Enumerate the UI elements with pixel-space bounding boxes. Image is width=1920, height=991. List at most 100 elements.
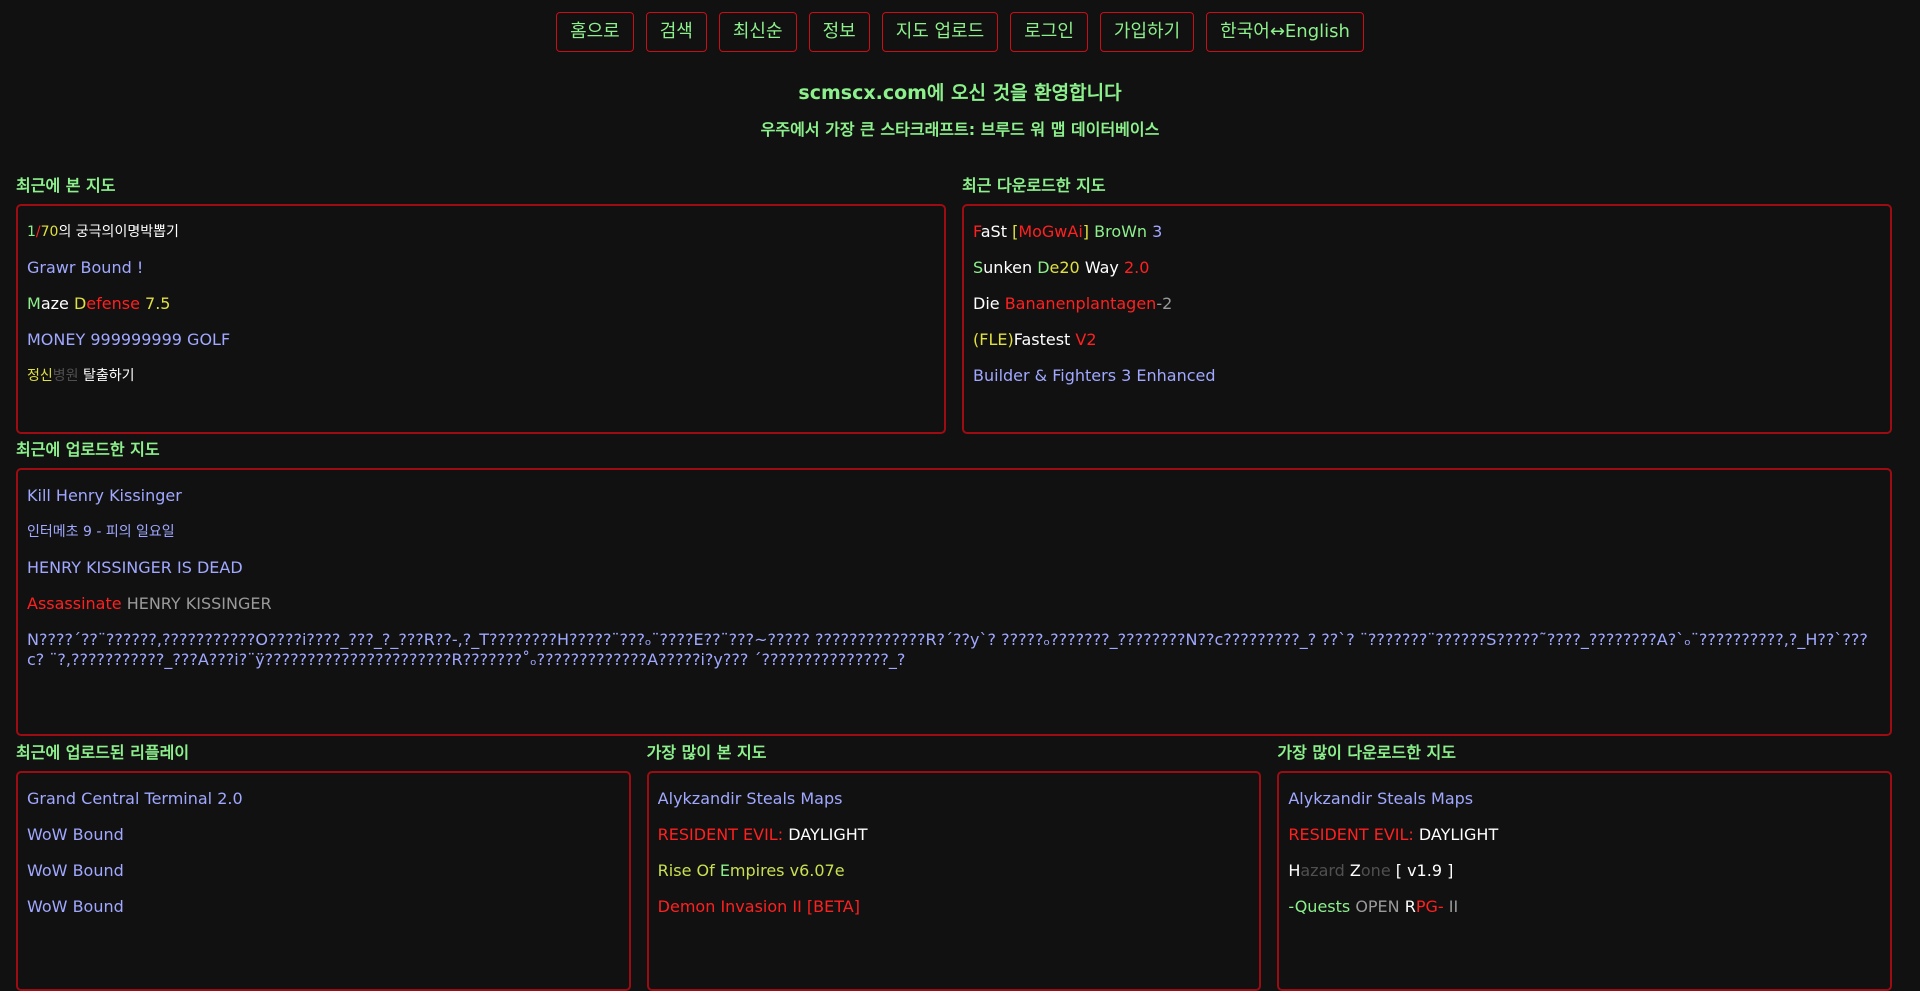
map-link-text: S xyxy=(973,258,984,277)
map-link-text: one xyxy=(1360,861,1396,880)
map-link-text: M xyxy=(27,294,41,313)
section-title-recent-downloaded: 최근 다운로드한 지도 xyxy=(962,176,1106,195)
list-recent-viewed: 1/70의 궁극의이명박뽑기 Grawr Bound ! Maze Defense … xyxy=(16,204,946,434)
map-link-text: 2.0 xyxy=(1123,258,1150,277)
map-link-text: E xyxy=(719,861,730,880)
map-link[interactable]: RESIDENT EVIL: DAYLIGHT xyxy=(658,817,1251,853)
map-link-text: [ v1.9 ] xyxy=(1395,861,1454,880)
map-link-text: 탈출하기 xyxy=(82,368,135,384)
map-link[interactable]: Grawr Bound ! xyxy=(27,250,935,286)
section-title-recent-replays: 최근에 업로드된 리플레이 xyxy=(16,743,190,762)
map-link-text: Rise Of xyxy=(657,861,720,880)
section-recent-viewed: 최근에 본 지도 1/70의 궁극의이명박뽑기 Grawr Bound ! Maze… xyxy=(16,176,946,434)
map-link-text: OPEN xyxy=(1355,897,1405,916)
map-link[interactable]: Maze Defense 7.5 xyxy=(27,286,935,322)
map-link-text: Die xyxy=(973,294,1005,313)
map-link-text: Bananenplantagen xyxy=(1004,294,1157,313)
map-link-text: MONEY 999999999 GOLF xyxy=(27,330,231,349)
map-link[interactable]: Hazard Zone [ v1.9 ] xyxy=(1288,853,1881,889)
section-title-most-viewed: 가장 많이 본 지도 xyxy=(646,743,767,762)
map-link[interactable]: FaSt [MoGwAi] BroWn 3 xyxy=(973,214,1881,250)
map-link-text: 병원 xyxy=(52,368,83,384)
map-link-text: V2 xyxy=(1075,330,1097,349)
map-link-text: WoW Bound xyxy=(27,861,124,880)
map-link-text: 7.5 xyxy=(145,294,171,313)
map-link[interactable]: Alykzandir Steals Maps xyxy=(658,781,1251,817)
map-link-text: H xyxy=(1288,861,1301,880)
map-link-text: Demon Invasion II [BETA] xyxy=(657,897,860,916)
map-link-text: -2 xyxy=(1156,294,1173,313)
map-link[interactable]: 1/70의 궁극의이명박뽑기 xyxy=(27,214,935,250)
map-link-text: 인터메초 9 - 피의 일요일 xyxy=(27,524,175,540)
map-link[interactable]: 인터메초 9 - 피의 일요일 xyxy=(27,514,1881,550)
map-link-text: 3 xyxy=(1152,222,1163,241)
list-most-viewed: Alykzandir Steals Maps RESIDENT EVIL: DAY… xyxy=(646,771,1262,991)
map-link[interactable]: Demon Invasion II [BETA] xyxy=(658,889,1251,925)
map-link[interactable]: Die Bananenplantagen-2 xyxy=(973,286,1881,322)
section-most-viewed: 가장 많이 본 지도 Alykzandir Steals Maps RESIDEN… xyxy=(646,743,1262,991)
nav-latest-button[interactable]: 최신순 xyxy=(718,12,797,52)
map-link-text: Alykzandir Steals Maps xyxy=(657,789,843,808)
list-recent-uploaded: Kill Henry Kissinger 인터메초 9 - 피의 일요일 HENRY… xyxy=(16,468,1892,736)
nav-info-button[interactable]: 정보 xyxy=(808,12,870,52)
map-link[interactable]: -Quests OPEN RPG- II xyxy=(1288,889,1881,925)
list-recent-downloaded: FaSt [MoGwAi] BroWn 3 Sunken De20 Way 2.0… xyxy=(962,204,1892,434)
section-most-downloaded: 가장 많이 다운로드한 지도 Alykzandir Steals Maps RES… xyxy=(1277,743,1893,991)
map-link-text: 정신 xyxy=(27,368,53,384)
map-link-text: DAYLIGHT xyxy=(788,825,868,844)
row-popular: 최근에 업로드된 리플레이 Grand Central Terminal 2.0… xyxy=(16,743,1893,991)
nav-search-button[interactable]: 검색 xyxy=(645,12,707,52)
nav-login-button[interactable]: 로그인 xyxy=(1010,12,1088,52)
map-link-text: PG- xyxy=(1415,897,1449,916)
map-link[interactable]: N????´??¨??????,???????????O????i????_??… xyxy=(27,622,1881,670)
map-link[interactable]: Assassinate HENRY KISSINGER xyxy=(27,586,1881,622)
map-link[interactable]: Sunken De20 Way 2.0 xyxy=(973,250,1881,286)
map-link-text: 의 궁극의이명박뽑기 xyxy=(58,224,179,240)
map-link-text: Kill Henry Kissinger xyxy=(27,486,182,505)
map-link[interactable]: WoW Bound xyxy=(27,889,620,925)
map-link-text: RESIDENT EVIL: xyxy=(657,825,789,844)
map-link-text: WoW Bound xyxy=(27,825,124,844)
map-link-text: Builder & Fighters 3 Enhanced xyxy=(973,366,1216,385)
map-link-text: F xyxy=(973,222,981,241)
map-link[interactable]: WoW Bound xyxy=(27,853,620,889)
map-link-text: 1 xyxy=(27,224,36,240)
nav-home-button[interactable]: 홈으로 xyxy=(556,12,634,52)
map-link[interactable]: Kill Henry Kissinger xyxy=(27,478,1881,514)
page-title: scmscx.com에 오신 것을 환영합니다 xyxy=(798,82,1122,104)
map-link-text: WoW Bound xyxy=(27,897,124,916)
map-link-text: Alykzandir Steals Maps xyxy=(1288,789,1474,808)
map-link-text: 70 xyxy=(40,224,59,240)
section-title-recent-uploaded: 최근에 업로드한 지도 xyxy=(16,440,160,459)
nav-language-toggle-button[interactable]: 한국어↔English xyxy=(1206,12,1364,52)
list-recent-replays: Grand Central Terminal 2.0 WoW Bound WoW B… xyxy=(16,771,631,991)
map-link[interactable]: Builder & Fighters 3 Enhanced xyxy=(973,358,1881,394)
map-link[interactable]: 정신병원 탈출하기 xyxy=(27,358,935,394)
map-link-text: aSt xyxy=(980,222,1013,241)
map-link-text: BroWn xyxy=(1094,222,1153,241)
map-link-text: e20 xyxy=(1049,258,1085,277)
map-link[interactable]: Rise Of Empires v6.07e xyxy=(658,853,1251,889)
map-link-text: Way xyxy=(1084,258,1124,277)
section-title-most-downloaded: 가장 많이 다운로드한 지도 xyxy=(1277,743,1456,762)
map-link-text: D xyxy=(1037,258,1050,277)
map-link-text: efense xyxy=(86,294,146,313)
map-link[interactable]: (FLE)Fastest V2 xyxy=(973,322,1881,358)
map-link[interactable]: RESIDENT EVIL: DAYLIGHT xyxy=(1288,817,1881,853)
map-link-text: ] xyxy=(1082,222,1095,241)
map-link-text: DAYLIGHT xyxy=(1418,825,1499,844)
page-subtitle: 우주에서 가장 큰 스타크래프트: 브루드 워 맵 데이터베이스 xyxy=(760,120,1160,139)
map-link[interactable]: WoW Bound xyxy=(27,817,620,853)
map-link[interactable]: HENRY KISSINGER IS DEAD xyxy=(27,550,1881,586)
nav-signup-button[interactable]: 가입하기 xyxy=(1099,12,1195,52)
nav-upload-map-button[interactable]: 지도 업로드 xyxy=(881,12,999,52)
map-link-text: Grand Central Terminal 2.0 xyxy=(27,789,243,808)
map-link-text: aze xyxy=(40,294,74,313)
section-recent-downloaded: 최근 다운로드한 지도 FaSt [MoGwAi] BroWn 3 Sunken … xyxy=(962,176,1892,434)
map-link[interactable]: MONEY 999999999 GOLF xyxy=(27,322,935,358)
page-header: scmscx.com에 오신 것을 환영합니다 우주에서 가장 큰 스타크래프트… xyxy=(0,79,1920,141)
map-link[interactable]: Grand Central Terminal 2.0 xyxy=(27,781,620,817)
map-link-text: -Quests xyxy=(1288,897,1356,916)
map-link[interactable]: Alykzandir Steals Maps xyxy=(1288,781,1881,817)
map-link-text: RESIDENT EVIL: xyxy=(1288,825,1419,844)
